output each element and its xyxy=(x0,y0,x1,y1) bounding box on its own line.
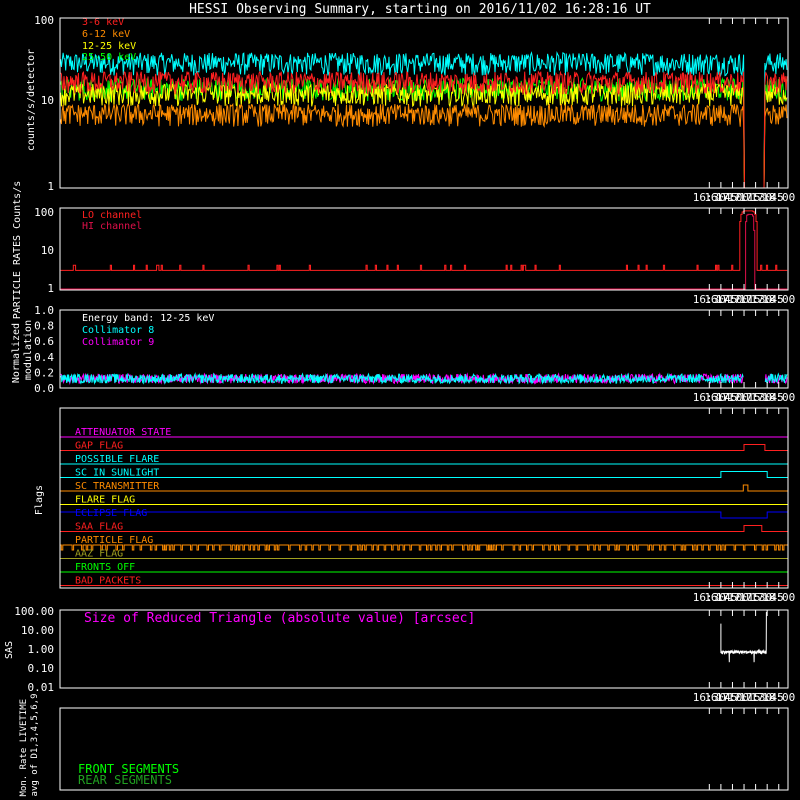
flag-label: SAA FLAG xyxy=(75,522,123,533)
xtick-label: 18:00 xyxy=(762,293,795,306)
xtick-label: 18:00 xyxy=(762,591,795,604)
modulation-ytick: 1.0 xyxy=(34,304,54,317)
sas-annotation: Size of Reduced Triangle (absolute value… xyxy=(84,611,475,626)
particle-rates-ylabel: PARTICLE RATES Counts/s xyxy=(12,181,23,319)
modulation-ytick: 0.4 xyxy=(34,351,54,364)
particle-rates-ytick-1: 1 xyxy=(47,282,54,295)
livetime-ylabel: Mon. Rate LIVETIME avg of D1,3,4,5,6,9 xyxy=(19,694,40,797)
flag-label: FLARE FLAG xyxy=(75,495,135,506)
flag-label: POSSIBLE FLARE xyxy=(75,454,159,465)
flag-label: ECLIPSE FLAG xyxy=(75,508,147,519)
flag-label: AAZ FLAG xyxy=(75,549,123,560)
xtick-label: 18:00 xyxy=(762,391,795,404)
legend-3-6-kev: 3-6 keV xyxy=(82,17,124,28)
sas-ytick-1-00: 1.00 xyxy=(28,643,55,656)
count-rates-ytick-10: 10 xyxy=(41,94,54,107)
legend-25-50-kev: 25-50 keV xyxy=(82,52,136,63)
flag-label: FRONTS OFF xyxy=(75,562,135,573)
livetime-ylabel-line-1: Mon. Rate LIVETIME xyxy=(19,699,29,797)
livetime-ylabel-line-2: avg of D1,3,4,5,6,9 xyxy=(30,694,40,797)
modulation-ylabel-line-1: Normalized xyxy=(11,323,22,383)
particle-rates-ylabel-line: PARTICLE RATES Counts/s xyxy=(12,181,23,319)
flag-label: PARTICLE FLAG xyxy=(75,535,153,546)
sas-ytick-0-10: 0.10 xyxy=(28,662,55,675)
flags-ylabel: Flags xyxy=(34,485,45,515)
modulation-ytick: 0.0 xyxy=(34,382,54,395)
count-rates-ylabel: counts/s/detector xyxy=(26,49,37,151)
particle-rates-ytick-10: 10 xyxy=(41,244,54,257)
modulation-ylabel-line-2: modulation xyxy=(23,320,34,380)
flag-label: ATTENUATOR STATE xyxy=(75,427,171,438)
figure-title: HESSI Observing Summary, starting on 201… xyxy=(189,2,651,17)
modulation-ytick: 0.6 xyxy=(34,335,54,348)
legend-12-25-kev: 12-25 keV xyxy=(82,41,136,52)
count-rates-ytick-100: 100 xyxy=(34,14,54,27)
count-rates-ytick-1: 1 xyxy=(47,180,54,193)
xtick-label: 18:00 xyxy=(762,691,795,704)
xtick-label: 18:00 xyxy=(762,191,795,204)
flag-label: SC TRANSMITTER xyxy=(75,481,160,492)
flag-label: SC IN SUNLIGHT xyxy=(75,468,159,479)
modulation-ytick: 0.8 xyxy=(34,320,54,333)
legend-collimator-8: Collimator 8 xyxy=(82,325,154,336)
legend-6-12-kev: 6-12 keV xyxy=(82,29,130,40)
sas-ytick-100-00: 100.00 xyxy=(14,605,54,618)
flag-label: BAD PACKETS xyxy=(75,576,141,587)
legend-rear-segments: REAR SEGMENTS xyxy=(78,773,172,787)
flag-label: GAP FLAG xyxy=(75,441,123,452)
modulation-energy-band: Energy band: 12-25 keV xyxy=(82,313,214,324)
observing-summary-figure: HESSI Observing Summary, starting on 201… xyxy=(0,0,800,800)
modulation-ylabel: Normalized modulation xyxy=(11,317,34,383)
legend-lo-channel: LO channel xyxy=(82,210,142,221)
sas-ytick-10-00: 10.00 xyxy=(21,624,54,637)
particle-rates-legend: LO channel HI channel xyxy=(82,210,142,232)
sas-ytick-0-01: 0.01 xyxy=(28,681,55,694)
legend-collimator-9: Collimator 9 xyxy=(82,337,154,348)
particle-rates-ytick-100: 100 xyxy=(34,206,54,219)
sas-ylabel: SAS xyxy=(4,641,15,659)
legend-hi-channel: HI channel xyxy=(82,221,142,232)
modulation-ytick: 0.2 xyxy=(34,366,54,379)
